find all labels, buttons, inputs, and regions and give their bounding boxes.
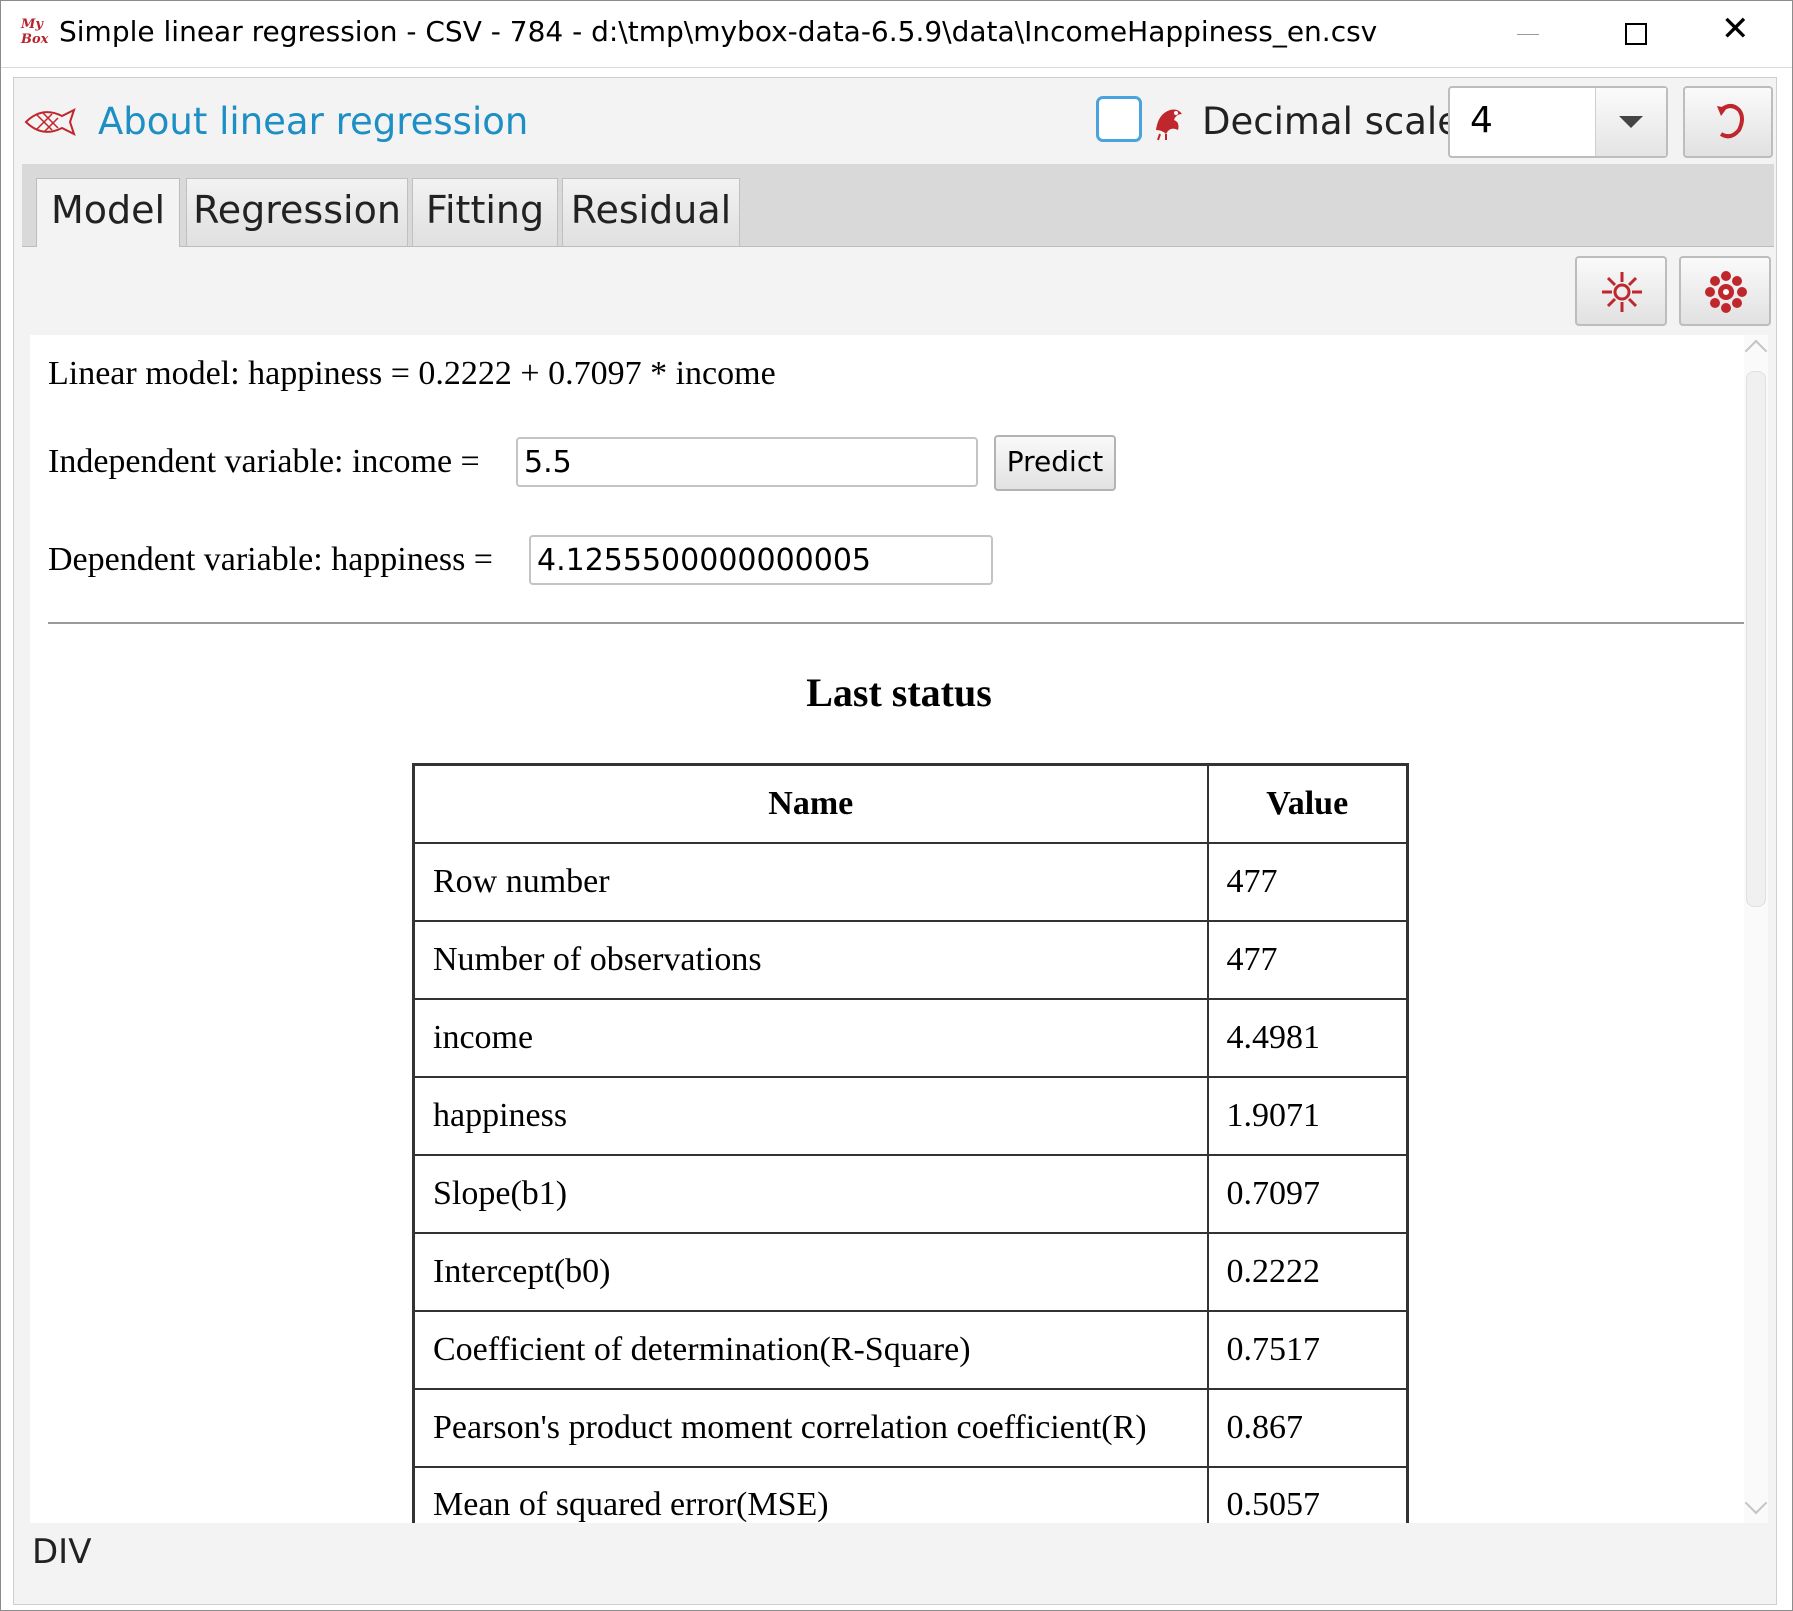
dependent-variable-label: Dependent variable: happiness = (48, 541, 493, 578)
scroll-thumb[interactable] (1746, 371, 1766, 907)
tab-regression[interactable]: Regression (186, 178, 408, 246)
popup-checkbox[interactable] (1096, 96, 1142, 142)
row-name: Coefficient of determination(R-Square) (412, 1309, 1209, 1390)
last-status-heading: Last status (806, 670, 992, 715)
table-row: Intercept(b0) 0.2222 (412, 1231, 1409, 1312)
close-button[interactable]: ✕ (1687, 1, 1787, 67)
row-value: 0.7517 (1206, 1309, 1409, 1390)
divider (48, 622, 1746, 624)
row-name: happiness (412, 1075, 1209, 1156)
row-name: Number of observations (412, 919, 1209, 1000)
predict-button[interactable]: Predict (994, 435, 1116, 491)
style-button[interactable] (1575, 256, 1667, 326)
row-value: 477 (1206, 919, 1409, 1000)
refresh-icon (1717, 104, 1744, 139)
bird-icon (1156, 109, 1182, 141)
dropdown-toggle[interactable] (1595, 88, 1666, 156)
row-value: 0.867 (1206, 1387, 1409, 1468)
scroll-down-arrow-icon[interactable] (1744, 1491, 1768, 1515)
row-name: Slope(b1) (412, 1153, 1209, 1234)
refresh-button[interactable] (1683, 86, 1773, 158)
table-row: income 4.4981 (412, 997, 1409, 1078)
column-header-name: Name (412, 763, 1209, 844)
about-linear-regression-link[interactable]: About linear regression (98, 100, 528, 143)
main-panel: About linear regression Decimal scale 4 (13, 77, 1777, 1605)
flower-filled-icon (1705, 271, 1747, 313)
row-value: 0.7097 (1206, 1153, 1409, 1234)
tab-fitting[interactable]: Fitting (412, 178, 558, 246)
maximize-button[interactable] (1581, 1, 1681, 67)
row-value: 4.4981 (1206, 997, 1409, 1078)
row-name: Mean of squared error(MSE) (412, 1465, 1209, 1523)
top-toolbar: About linear regression Decimal scale 4 (14, 78, 1776, 164)
table-row: Pearson's product moment correlation coe… (412, 1387, 1409, 1468)
decimal-scale-value: 4 (1470, 100, 1493, 141)
functions-button[interactable] (1679, 256, 1771, 326)
row-value: 1.9071 (1206, 1075, 1409, 1156)
table-row: happiness 1.9071 (412, 1075, 1409, 1156)
tab-residual[interactable]: Residual (562, 178, 740, 246)
scroll-up-arrow-icon[interactable] (1744, 339, 1768, 363)
independent-variable-label: Independent variable: income = (48, 443, 480, 480)
table-row: Number of observations 477 (412, 919, 1409, 1000)
close-icon: ✕ (1721, 9, 1750, 49)
tab-model[interactable]: Model (36, 178, 180, 247)
table-row: Row number 477 (412, 841, 1409, 922)
dependent-variable-output[interactable] (529, 535, 993, 585)
column-header-value: Value (1206, 763, 1409, 844)
vertical-scrollbar[interactable] (1744, 335, 1768, 1523)
tab-bar: Model Regression Fitting Residual (22, 164, 1774, 247)
row-name: Intercept(b0) (412, 1231, 1209, 1312)
row-name: income (412, 997, 1209, 1078)
decimal-scale-select[interactable]: 4 (1448, 86, 1668, 158)
table-row: Slope(b1) 0.7097 (412, 1153, 1409, 1234)
row-value: 0.5057 (1206, 1465, 1409, 1523)
minimize-button[interactable] (1479, 1, 1579, 67)
app-logo-icon: My Box (21, 17, 49, 47)
row-value: 477 (1206, 841, 1409, 922)
fish-icon (24, 108, 76, 136)
independent-variable-input[interactable] (516, 437, 978, 487)
minimize-icon (1517, 34, 1539, 35)
app-window: My Box Simple linear regression - CSV - … (0, 0, 1793, 1611)
model-content: Linear model: happiness = 0.2222 + 0.709… (30, 335, 1768, 1523)
chevron-down-icon (1619, 116, 1643, 128)
decimal-scale-label: Decimal scale (1202, 100, 1460, 143)
title-bar: My Box Simple linear regression - CSV - … (1, 1, 1792, 68)
table-header-row: Name Value (412, 763, 1409, 844)
status-table: Name Value Row number 477 Number of obse… (412, 763, 1409, 1523)
row-value: 0.2222 (1206, 1231, 1409, 1312)
table-row: Coefficient of determination(R-Square) 0… (412, 1309, 1409, 1390)
maximize-icon (1625, 23, 1647, 45)
window-title: Simple linear regression - CSV - 784 - d… (59, 15, 1378, 48)
flower-outline-icon (1602, 272, 1642, 312)
row-name: Row number (412, 841, 1209, 922)
row-name: Pearson's product moment correlation coe… (412, 1387, 1209, 1468)
linear-model-equation: Linear model: happiness = 0.2222 + 0.709… (48, 355, 776, 392)
element-path-label: DIV (32, 1532, 92, 1572)
table-row: Mean of squared error(MSE) 0.5057 (412, 1465, 1409, 1523)
